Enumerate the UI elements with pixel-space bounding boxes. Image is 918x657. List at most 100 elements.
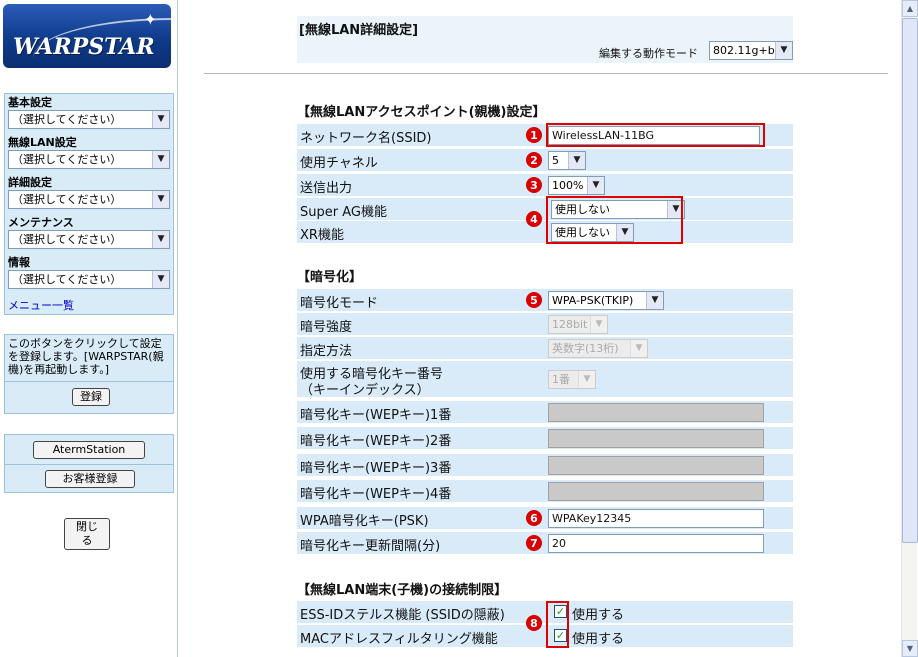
enc-method-row: 指定方法 英数字(13桁) ▼: [297, 337, 793, 359]
wep-key1-label: 暗号化キー(WEPキー)1番: [300, 408, 452, 423]
wep-key2-label: 暗号化キー(WEPキー)2番: [300, 434, 452, 449]
star-icon: ✦: [143, 10, 157, 29]
scroll-thumb[interactable]: [902, 18, 918, 543]
wep-key1-input[interactable]: [548, 403, 764, 422]
chevron-down-icon: ▼: [568, 152, 585, 169]
enc-method-label: 指定方法: [300, 344, 353, 359]
nav-group-maintenance: メンテナンス （選択してください） ▼: [8, 216, 170, 256]
enc-strength-row: 暗号強度 128bit ▼: [297, 313, 793, 335]
customer-register-button[interactable]: お客様登録: [45, 470, 135, 488]
chevron-down-icon: ▼: [578, 371, 595, 388]
nav-select-maintenance[interactable]: （選択してください） ▼: [8, 230, 170, 249]
rekey-interval-row: 暗号化キー更新間隔(分) 20: [297, 532, 793, 554]
key-index-sublabel: （キーインデックス）: [300, 383, 430, 398]
chevron-down-icon: ▼: [152, 191, 169, 208]
power-row: 送信出力 100% ▼: [297, 174, 793, 196]
wep-key4-label: 暗号化キー(WEPキー)4番: [300, 487, 452, 502]
chevron-down-icon: ▼: [152, 231, 169, 248]
highlight-checkboxes: [546, 601, 569, 648]
stealth-label: ESS-IDステルス機能 (SSIDの隠蔽): [300, 608, 505, 623]
nav-group-wlan: 無線LAN設定 （選択してください） ▼: [8, 136, 170, 176]
sidebar: ✦ WARPSTAR 基本設定 （選択してください） ▼ 無線LAN設定 （選択し…: [0, 0, 178, 657]
badge-2: 2: [526, 152, 542, 168]
wep-key1-row: 暗号化キー(WEPキー)1番: [297, 401, 793, 423]
mac-filter-check-label: 使用する: [572, 632, 625, 647]
enc-method-select[interactable]: 英数字(13桁) ▼: [548, 339, 648, 358]
ap-section-title: 【無線LANアクセスポイント(親機)設定】: [297, 105, 546, 120]
links-box: AtermStation お客様登録: [4, 434, 174, 493]
chevron-down-icon: ▼: [152, 151, 169, 168]
divider: [204, 73, 888, 74]
super-ag-row: Super AG機能 使用しない ▼: [297, 198, 793, 220]
psk-input[interactable]: WPAKey12345: [548, 509, 764, 528]
rekey-interval-input[interactable]: 20: [548, 534, 764, 553]
header-block: [無線LAN詳細設定] 編集する動作モード 802.11g+b ▼: [297, 16, 793, 63]
divider: [5, 381, 173, 382]
stealth-row: ESS-IDステルス機能 (SSIDの隠蔽) ✓ 使用する: [297, 601, 793, 623]
vertical-scrollbar[interactable]: ▲ ▼: [901, 0, 918, 657]
enc-mode-select[interactable]: WPA-PSK(TKIP) ▼: [548, 291, 664, 310]
register-box: このボタンをクリックして設定を登録します。[WARPSTAR(親機)を再起動しま…: [4, 334, 174, 414]
divider: [5, 464, 173, 465]
register-button[interactable]: 登録: [72, 388, 110, 406]
badge-4: 4: [526, 211, 542, 227]
power-label: 送信出力: [300, 181, 353, 196]
page-title: [無線LAN詳細設定]: [299, 23, 419, 38]
warpstar-logo: ✦ WARPSTAR: [3, 4, 171, 68]
enc-section-title: 【暗号化】: [297, 270, 363, 285]
nav-label: 基本設定: [8, 96, 52, 109]
close-button[interactable]: 閉じる: [64, 518, 110, 550]
wep-key3-input[interactable]: [548, 456, 764, 475]
badge-6: 6: [526, 510, 542, 526]
psk-row: WPA暗号化キー(PSK) WPAKey12345: [297, 507, 793, 529]
key-index-row: 使用する暗号化キー番号 （キーインデックス） 1番 ▼: [297, 361, 793, 398]
enc-mode-label: 暗号化モード: [300, 296, 379, 311]
mode-select[interactable]: 802.11g+b ▼: [709, 41, 793, 60]
mode-label: 編集する動作モード: [599, 47, 698, 60]
channel-select[interactable]: 5 ▼: [548, 151, 586, 170]
logo-text: WARPSTAR: [13, 34, 155, 60]
nav-select-detail[interactable]: （選択してください） ▼: [8, 190, 170, 209]
nav-group-basic: 基本設定 （選択してください） ▼: [8, 96, 170, 136]
nav-menu: 基本設定 （選択してください） ▼ 無線LAN設定 （選択してください） ▼ 詳細設…: [4, 93, 174, 315]
client-section-title: 【無線LAN端末(子機)の接続制限】: [297, 583, 508, 598]
chevron-down-icon: ▼: [590, 316, 607, 333]
enc-mode-row: 暗号化モード WPA-PSK(TKIP) ▼: [297, 289, 793, 311]
mac-filter-label: MACアドレスフィルタリング機能: [300, 632, 498, 647]
power-select[interactable]: 100% ▼: [548, 176, 605, 195]
nav-select-basic[interactable]: （選択してください） ▼: [8, 110, 170, 129]
nav-label: 情報: [8, 256, 30, 269]
nav-select-wlan[interactable]: （選択してください） ▼: [8, 150, 170, 169]
menu-list-link[interactable]: メニュー一覧: [8, 297, 170, 313]
wep-key2-row: 暗号化キー(WEPキー)2番: [297, 427, 793, 449]
nav-label: 無線LAN設定: [8, 136, 77, 149]
enc-strength-select[interactable]: 128bit ▼: [548, 315, 608, 334]
psk-label: WPA暗号化キー(PSK): [300, 514, 429, 529]
nav-select-info[interactable]: （選択してください） ▼: [8, 270, 170, 289]
ssid-label: ネットワーク名(SSID): [300, 131, 432, 146]
nav-group-info: 情報 （選択してください） ▼: [8, 256, 170, 296]
chevron-down-icon: ▼: [152, 111, 169, 128]
badge-5: 5: [526, 292, 542, 308]
scroll-down-arrow-icon[interactable]: ▼: [902, 640, 918, 657]
chevron-down-icon: ▼: [630, 340, 647, 357]
enc-strength-label: 暗号強度: [300, 320, 353, 335]
aterm-station-button[interactable]: AtermStation: [33, 441, 145, 459]
nav-label: 詳細設定: [8, 176, 52, 189]
chevron-down-icon: ▼: [587, 177, 604, 194]
rekey-interval-label: 暗号化キー更新間隔(分): [300, 539, 441, 554]
wep-key3-label: 暗号化キー(WEPキー)3番: [300, 461, 452, 476]
chevron-down-icon: ▼: [775, 42, 792, 59]
wep-key4-row: 暗号化キー(WEPキー)4番: [297, 480, 793, 502]
badge-7: 7: [526, 535, 542, 551]
super-ag-label: Super AG機能: [300, 205, 387, 220]
register-description: このボタンをクリックして設定を登録します。[WARPSTAR(親機)を再起動しま…: [8, 337, 164, 376]
key-index-select[interactable]: 1番 ▼: [548, 370, 596, 389]
stealth-check-label: 使用する: [572, 608, 625, 623]
channel-row: 使用チャネル 5 ▼: [297, 149, 793, 171]
wep-key2-input[interactable]: [548, 429, 764, 448]
wep-key4-input[interactable]: [548, 482, 764, 501]
chevron-down-icon: ▼: [152, 271, 169, 288]
badge-1: 1: [526, 127, 542, 143]
scroll-up-arrow-icon[interactable]: ▲: [902, 0, 918, 17]
